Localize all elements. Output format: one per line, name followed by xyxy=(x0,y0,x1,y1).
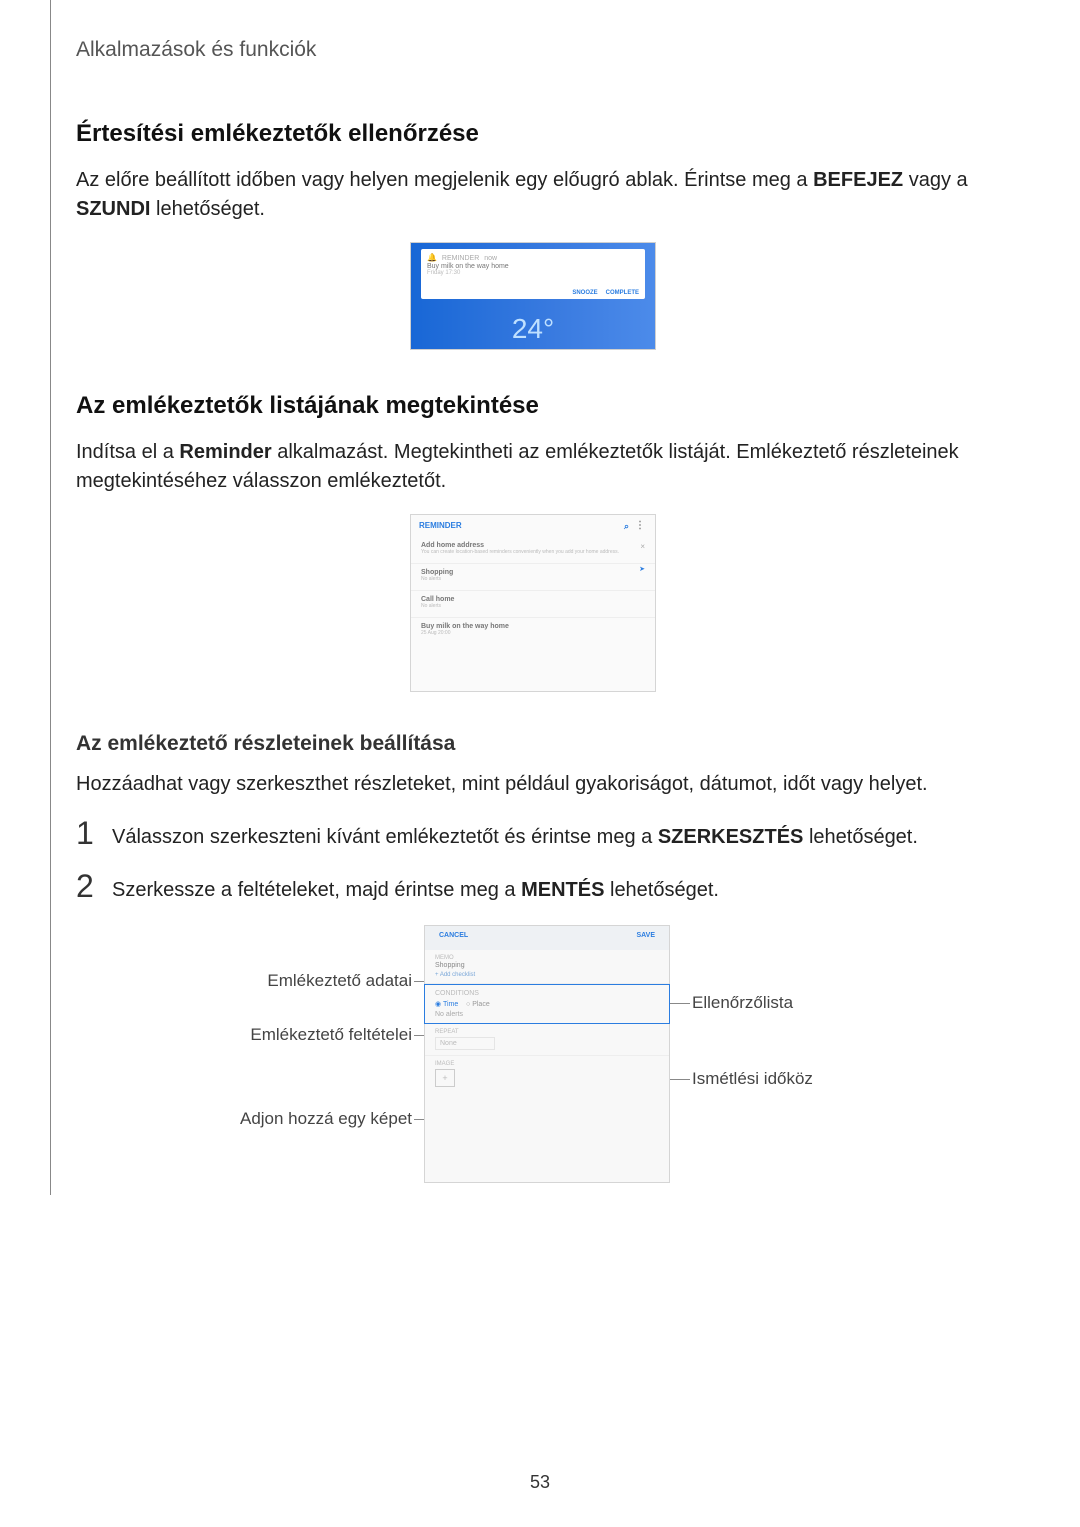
edit-screen: CANCEL SAVE MEMO Shopping + Add checklis… xyxy=(424,925,670,1183)
add-image-button[interactable]: + xyxy=(435,1069,455,1087)
conditions-label: CONDITIONS xyxy=(435,990,659,997)
bell-icon: 🔔 xyxy=(427,253,437,262)
item-title: Shopping xyxy=(421,569,645,576)
subsection-paragraph: Hozzáadhat vagy szerkeszthet részleteket… xyxy=(76,770,990,799)
bold-reminder: Reminder xyxy=(179,441,271,463)
text: lehetőséget. xyxy=(150,198,265,220)
radio-place-label: Place xyxy=(472,1001,490,1008)
header-title: REMINDER xyxy=(419,521,462,530)
repeat-label: REPEAT xyxy=(435,1029,659,1035)
text: Az előre beállított időben vagy helyen m… xyxy=(76,169,813,191)
figure-reminder-list: REMINDER ⌕ ⋮ × Add home address You can … xyxy=(410,514,656,692)
item-title: Call home xyxy=(421,596,645,603)
share-icon[interactable]: ➤ xyxy=(639,565,645,573)
item-sub: You can create location-based reminders … xyxy=(421,549,645,555)
figure-notification-popup: 🔔 REMINDER now Buy milk on the way home … xyxy=(410,242,656,350)
search-icon[interactable]: ⌕ xyxy=(624,521,629,532)
notif-app-name: REMINDER xyxy=(442,255,479,262)
close-icon[interactable]: × xyxy=(640,542,645,551)
notif-subtext: Friday 17:30 xyxy=(427,270,639,276)
page-number: 53 xyxy=(0,1472,1080,1493)
annotation-conditions: Emlékeztető feltételei xyxy=(212,1025,412,1045)
breadcrumb: Alkalmazások és funkciók xyxy=(76,38,990,62)
list-header: REMINDER ⌕ ⋮ xyxy=(411,515,655,537)
list-item[interactable]: Shopping No alerts xyxy=(411,564,655,591)
conditions-section: CONDITIONS ◉ Time ○ Place No alerts xyxy=(424,984,670,1024)
item-sub: No alerts xyxy=(421,576,645,582)
step-text: Válasszon szerkeszteni kívánt emlékeztet… xyxy=(112,817,918,852)
subsection-title: Az emlékeztető részleteinek beállítása xyxy=(76,732,990,756)
list-item[interactable]: Buy milk on the way home 25 Aug 20:00 xyxy=(411,618,655,644)
save-button[interactable]: SAVE xyxy=(636,932,655,944)
page-content: Alkalmazások és funkciók Értesítési emlé… xyxy=(50,0,1040,1195)
text: Válasszon szerkeszteni kívánt emlékeztet… xyxy=(112,826,658,848)
bold-befejez: BEFEJEZ xyxy=(813,169,903,191)
text: Szerkessze a feltételeket, majd érintse … xyxy=(112,879,521,901)
section1-paragraph: Az előre beállított időben vagy helyen m… xyxy=(76,166,990,224)
snooze-button[interactable]: SNOOZE xyxy=(572,290,597,296)
text: Indítsa el a xyxy=(76,441,179,463)
radio-place[interactable]: ○ Place xyxy=(466,1001,490,1008)
step-text: Szerkessze a feltételeket, majd érintse … xyxy=(112,870,719,905)
text: lehetőséget. xyxy=(604,879,719,901)
annotation-addimage: Adjon hozzá egy képet xyxy=(212,1109,412,1129)
image-label: IMAGE xyxy=(435,1061,659,1067)
text: vagy a xyxy=(903,169,967,191)
noalerts-text: No alerts xyxy=(435,1011,659,1018)
figure-edit-reminder: Emlékeztető adatai Emlékeztető feltétele… xyxy=(152,925,872,1195)
item-sub: 25 Aug 20:00 xyxy=(421,630,645,636)
section1-title: Értesítési emlékeztetők ellenőrzése xyxy=(76,120,990,148)
cancel-button[interactable]: CANCEL xyxy=(439,932,468,944)
item-sub: No alerts xyxy=(421,603,645,609)
memo-value[interactable]: Shopping xyxy=(435,962,659,969)
section2-title: Az emlékeztetők listájának megtekintése xyxy=(76,392,990,420)
bold-szundi: SZUNDI xyxy=(76,198,150,220)
notification-card: 🔔 REMINDER now Buy milk on the way home … xyxy=(421,249,645,299)
bold-szerkesztes: SZERKESZTÉS xyxy=(658,826,804,848)
complete-button[interactable]: COMPLETE xyxy=(606,290,639,296)
add-checklist-link[interactable]: + Add checklist xyxy=(435,972,659,978)
text: lehetőséget. xyxy=(803,826,918,848)
image-section: IMAGE + xyxy=(425,1056,669,1092)
step-number: 1 xyxy=(76,817,112,849)
list-item[interactable]: × Add home address You can create locati… xyxy=(411,537,655,564)
repeat-value[interactable]: None xyxy=(435,1037,495,1050)
memo-section: MEMO Shopping + Add checklist xyxy=(425,950,669,984)
section2-paragraph: Indítsa el a Reminder alkalmazást. Megte… xyxy=(76,438,990,496)
item-title: Buy milk on the way home xyxy=(421,623,645,630)
repeat-section[interactable]: REPEAT None xyxy=(425,1024,669,1056)
notif-text: Buy milk on the way home xyxy=(427,263,639,270)
annotation-repeat: Ismétlési időköz xyxy=(692,1069,813,1089)
radio-time[interactable]: ◉ Time xyxy=(435,1001,458,1008)
notif-time: now xyxy=(484,255,497,262)
memo-label: MEMO xyxy=(435,955,659,961)
item-title: Add home address xyxy=(421,542,645,549)
edit-topbar: CANCEL SAVE xyxy=(425,926,669,950)
annotation-checklist: Ellenőrzőlista xyxy=(692,993,793,1013)
bold-mentes: MENTÉS xyxy=(521,879,604,901)
lockscreen-temp: 24° xyxy=(411,313,655,345)
list-item[interactable]: Call home No alerts xyxy=(411,591,655,618)
annotation-data: Emlékeztető adatai xyxy=(232,971,412,991)
step-number: 2 xyxy=(76,870,112,902)
more-icon[interactable]: ⋮ xyxy=(635,520,645,531)
step-1: 1 Válasszon szerkeszteni kívánt emlékezt… xyxy=(76,817,990,852)
radio-time-label: Time xyxy=(443,1001,458,1008)
step-2: 2 Szerkessze a feltételeket, majd érints… xyxy=(76,870,990,905)
